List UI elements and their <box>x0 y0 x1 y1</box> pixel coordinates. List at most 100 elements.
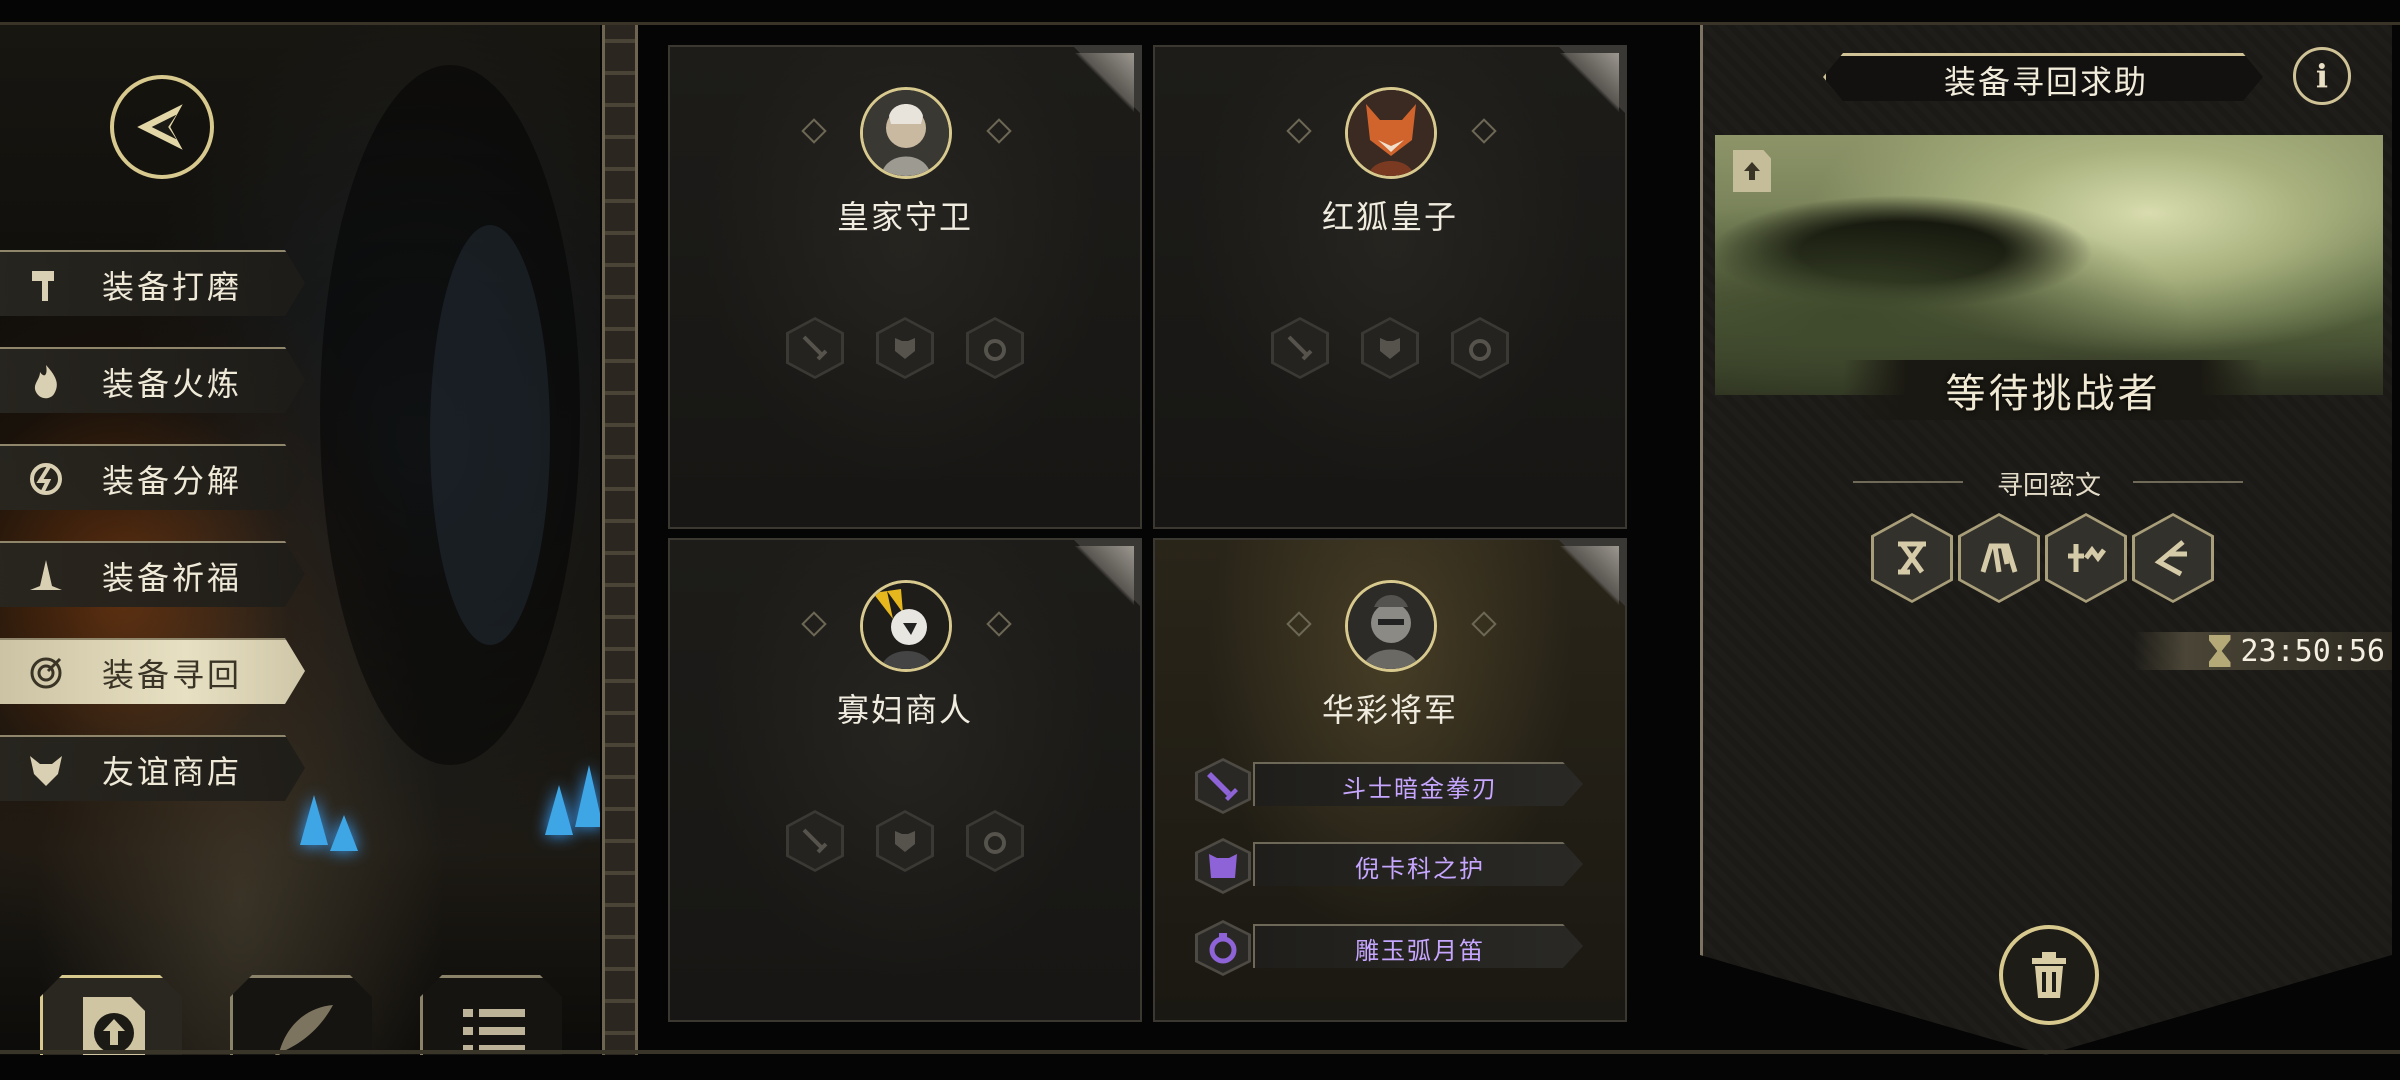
bottom-frame-line <box>0 1050 2400 1054</box>
menu-item-friendship-shop[interactable]: 友谊商店 <box>0 735 305 801</box>
ornamental-divider <box>602 25 638 1055</box>
upload-corner-icon[interactable] <box>1733 150 1771 192</box>
rune-slot-3[interactable] <box>2045 513 2127 603</box>
menu-item-temper[interactable]: 装备火炼 <box>0 347 305 413</box>
hero-card-red-fox-prince[interactable]: 红狐皇子 <box>1153 45 1627 529</box>
deco-diamond <box>1471 611 1497 637</box>
empty-ring-slot[interactable] <box>966 317 1024 379</box>
portrait-splendid-general <box>1345 580 1437 672</box>
hero-card-widow-merchant[interactable]: 寡妇商人 <box>668 538 1142 1022</box>
tab-list[interactable] <box>420 975 562 1055</box>
rune-cross-wave-icon <box>2068 544 2106 572</box>
hero-name: 寡妇商人 <box>836 691 973 729</box>
menu-item-disassemble[interactable]: 装备分解 <box>0 444 305 510</box>
empty-armor-slot[interactable] <box>1361 317 1419 379</box>
empty-weapon-slot[interactable] <box>786 810 844 872</box>
deco-diamond <box>801 611 827 637</box>
hammer-icon <box>20 259 72 311</box>
shatter-icon <box>20 453 72 505</box>
armor-icon <box>1209 854 1237 878</box>
hero-card-royal-guard[interactable]: 皇家守卫 <box>668 45 1142 529</box>
equipment-icon-frame <box>1195 758 1251 814</box>
menu-label: 装备火炼 <box>102 365 243 403</box>
portrait-red-fox-prince <box>1345 87 1437 179</box>
equipment-icon-frame <box>1195 838 1251 894</box>
ring-icon <box>1469 339 1491 361</box>
sword-icon <box>802 828 828 854</box>
fox-icon <box>20 744 72 796</box>
sword-icon <box>1207 772 1238 801</box>
equipment-row[interactable]: 雕玉弧月笛 <box>1195 920 1610 976</box>
bottom-tabs <box>40 975 580 1055</box>
ring-icon <box>984 832 1006 854</box>
forest-scene-image <box>1715 135 2383 395</box>
empty-ring-slot[interactable] <box>1451 317 1509 379</box>
retrieval-help-panel: 装备寻回求助 i 等待挑战者 寻回密文 23:50:56 <box>1700 25 2392 1055</box>
empty-armor-slot[interactable] <box>876 810 934 872</box>
crystal <box>545 785 573 835</box>
menu-label: 装备寻回 <box>102 656 243 694</box>
hourglass-icon <box>2208 635 2231 667</box>
menu-label: 装备祈福 <box>102 559 243 597</box>
menu-label: 友谊商店 <box>102 753 243 791</box>
page-fold-highlight <box>1074 546 1134 606</box>
timer-value: 23:50:56 <box>2240 633 2386 669</box>
armor-icon <box>895 831 915 852</box>
equipment-row[interactable]: 斗士暗金拳刃 <box>1195 758 1610 814</box>
trash-icon <box>2032 952 2066 998</box>
cave-pillar <box>430 225 550 645</box>
empty-armor-slot[interactable] <box>876 317 934 379</box>
deco-diamond <box>1286 118 1312 144</box>
portrait-royal-guard <box>860 87 952 179</box>
deco-diamond <box>801 118 827 144</box>
divider-line <box>2133 481 2243 483</box>
empty-ring-slot[interactable] <box>966 810 1024 872</box>
tab-feather[interactable] <box>230 975 372 1055</box>
feather-icon <box>271 1004 333 1055</box>
back-button[interactable] <box>110 75 214 179</box>
ring-icon <box>1209 933 1237 964</box>
portrait-widow-merchant <box>860 580 952 672</box>
info-button[interactable]: i <box>2293 47 2351 105</box>
trash-button[interactable] <box>1999 925 2099 1025</box>
menu-item-retrieve[interactable]: 装备寻回 <box>0 638 305 704</box>
rune-slot-2[interactable] <box>1958 513 2040 603</box>
menu-item-bless[interactable]: 装备祈福 <box>0 541 305 607</box>
flame-icon <box>20 356 72 408</box>
sword-icon <box>802 335 828 361</box>
equipment-name: 斗士暗金拳刃 <box>1253 762 1583 806</box>
deco-diamond <box>1286 611 1312 637</box>
menu-item-polish[interactable]: 装备打磨 <box>0 250 305 316</box>
menu-label: 装备打磨 <box>102 268 243 306</box>
crystal <box>575 765 600 827</box>
page-fold-highlight <box>1559 53 1619 113</box>
upload-icon <box>83 996 145 1055</box>
tab-upload[interactable] <box>40 975 182 1055</box>
page-fold-highlight <box>1559 546 1619 606</box>
equipment-name: 倪卡科之护 <box>1253 842 1583 886</box>
empty-weapon-slot[interactable] <box>1271 317 1329 379</box>
deco-diamond <box>986 118 1012 144</box>
page-fold-highlight <box>1074 53 1134 113</box>
empty-weapon-slot[interactable] <box>786 317 844 379</box>
ring-icon <box>984 339 1006 361</box>
deco-diamond <box>1471 118 1497 144</box>
sword-icon <box>1287 335 1313 361</box>
menu-label: 装备分解 <box>102 462 243 500</box>
rune-arch-icon <box>1980 543 2018 573</box>
left-panel: 装备打磨 装备火炼 装备分解 装备祈福 装备寻回 友谊商店 <box>0 25 600 1055</box>
equipment-icon-frame <box>1195 920 1251 976</box>
armor-icon <box>1380 338 1400 359</box>
countdown-timer: 23:50:56 <box>2133 632 2392 670</box>
deco-diamond <box>986 611 1012 637</box>
hero-name: 华彩将军 <box>1321 691 1458 729</box>
hero-card-splendid-general[interactable]: 华彩将军 斗士暗金拳刃 倪卡科之护 雕玉弧月笛 <box>1153 538 1627 1022</box>
rune-slot-1[interactable] <box>1871 513 1953 603</box>
equipment-name: 雕玉弧月笛 <box>1253 924 1583 968</box>
hero-name: 皇家守卫 <box>836 198 973 236</box>
rune-angle-icon <box>2154 540 2187 577</box>
rune-slot-4[interactable] <box>2132 513 2214 603</box>
equipment-row[interactable]: 倪卡科之护 <box>1195 838 1610 894</box>
hero-name: 红狐皇子 <box>1321 198 1458 236</box>
forge-menu: 装备打磨 装备火炼 装备分解 装备祈福 装备寻回 友谊商店 <box>0 250 310 832</box>
